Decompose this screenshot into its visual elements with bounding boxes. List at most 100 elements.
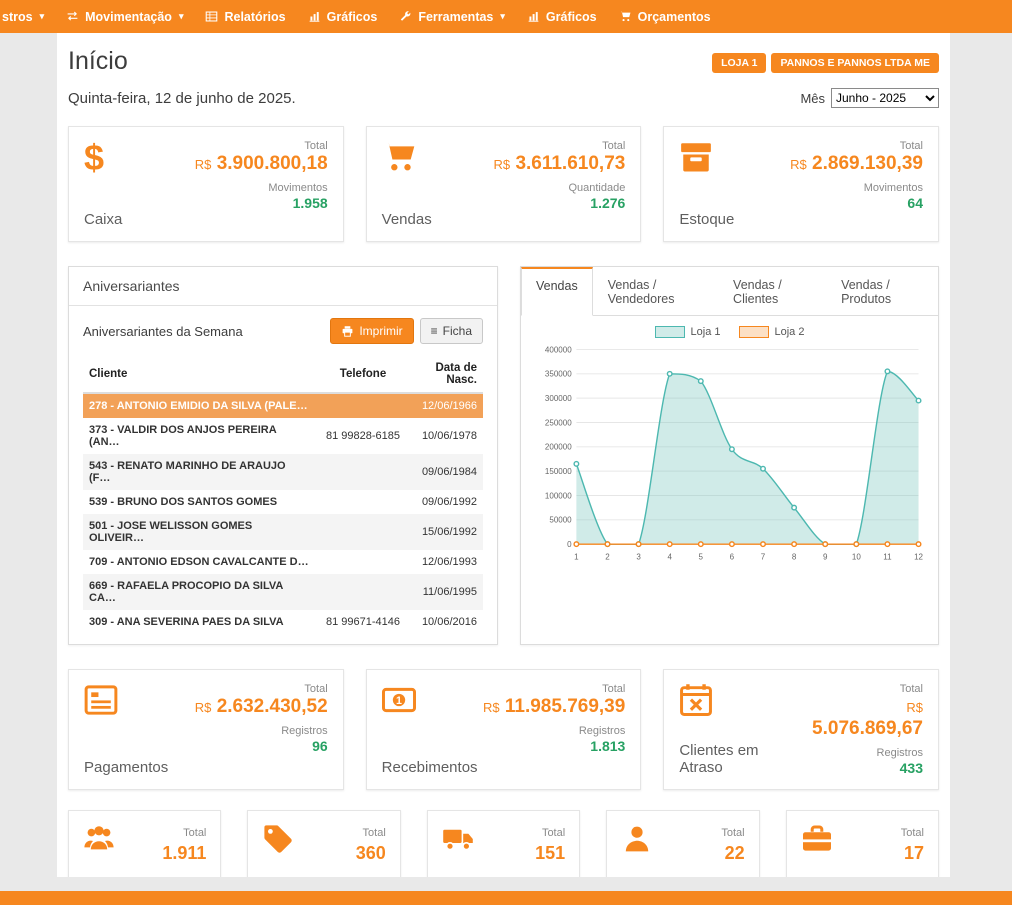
truck-icon xyxy=(442,823,474,864)
produtos-card: Total 360 Produtos xyxy=(247,810,400,877)
month-label: Mês xyxy=(800,91,825,106)
list-icon: ≡ xyxy=(431,324,438,338)
card-name: Vendas xyxy=(382,211,432,228)
user-icon xyxy=(621,823,653,864)
nav-item-ferramentas[interactable]: Ferramentas ▾ xyxy=(388,0,516,33)
total-label: Total xyxy=(195,140,328,152)
svg-text:250000: 250000 xyxy=(545,418,572,427)
birthdays-table: Cliente Telefone Data de Nasc. 278 - ANT… xyxy=(83,356,483,634)
birthdays-panel: Aniversariantes Aniversariantes da Seman… xyxy=(68,266,498,645)
tab-vendas[interactable]: Vendas xyxy=(521,267,593,316)
store-badge: LOJA 1 xyxy=(712,53,766,73)
svg-text:300000: 300000 xyxy=(545,394,572,403)
fornecedores-card: Total 151 Fornecedores xyxy=(427,810,580,877)
nav-item-graficos-2[interactable]: Gráficos xyxy=(516,0,608,33)
tab-vendas-produtos[interactable]: Vendas / Produtos xyxy=(826,267,938,316)
total-label: Total xyxy=(483,683,625,695)
table-row[interactable]: 543 - RENATO MARINHO DE ARAUJO (F…09/06/… xyxy=(83,454,483,490)
table-row[interactable]: 669 - RAFAELA PROCOPIO DA SILVA CA…11/06… xyxy=(83,574,483,610)
svg-text:350000: 350000 xyxy=(545,370,572,379)
pagamentos-card: Pagamentos Total R$ 2.632.430,52 Registr… xyxy=(68,669,344,790)
card-count-value: 96 xyxy=(195,738,328,754)
card-total-value: R$ 11.985.769,39 xyxy=(483,696,625,718)
svg-text:10: 10 xyxy=(852,552,861,561)
sales-chart-panel: Vendas Vendas / Vendedores Vendas / Clie… xyxy=(520,266,939,645)
legend-label: Loja 1 xyxy=(691,326,721,338)
count-label: Quantidade xyxy=(494,182,626,194)
svg-text:9: 9 xyxy=(823,552,828,561)
calendar-x-icon xyxy=(679,683,798,717)
svg-text:100000: 100000 xyxy=(545,491,572,500)
table-row[interactable]: 373 - VALDIR DOS ANJOS PEREIRA (AN…81 99… xyxy=(83,418,483,454)
table-row[interactable]: 278 - ANTONIO EMIDIO DA SILVA (PALE…12/0… xyxy=(83,393,483,418)
svg-text:11: 11 xyxy=(883,552,892,561)
vendas-card: Vendas Total R$ 3.611.610,73 Quantidade … xyxy=(366,126,642,242)
nav-item-label: Ferramentas xyxy=(418,10,493,24)
tab-vendas-vendedores[interactable]: Vendas / Vendedores xyxy=(593,267,718,316)
table-row[interactable]: 501 - JOSE WELISSON GOMES OLIVEIR…15/06/… xyxy=(83,514,483,550)
card-count-value: 1.276 xyxy=(494,195,626,211)
total-label: Total xyxy=(790,140,923,152)
estoque-card: Estoque Total R$ 2.869.130,39 Movimentos… xyxy=(663,126,939,242)
table-row[interactable]: 709 - ANTONIO EDSON CAVALCANTE D…12/06/1… xyxy=(83,550,483,574)
caret-down-icon: ▾ xyxy=(40,11,45,22)
svg-text:5: 5 xyxy=(699,552,704,561)
count-label: Registros xyxy=(483,725,625,737)
nav-item-cadastros[interactable]: stros ▾ xyxy=(0,0,55,33)
swap-icon xyxy=(66,10,79,23)
total-label: Total xyxy=(195,683,328,695)
top-navbar: stros ▾ Movimentação ▾ Relatórios Gráfic… xyxy=(0,0,1012,33)
nav-item-graficos-1[interactable]: Gráficos xyxy=(297,0,389,33)
svg-text:400000: 400000 xyxy=(545,345,572,354)
nav-item-label: stros xyxy=(2,10,33,24)
cart-icon xyxy=(382,140,432,174)
nav-item-relatorios[interactable]: Relatórios xyxy=(194,0,296,33)
svg-text:200000: 200000 xyxy=(545,443,572,452)
birthdays-subtitle: Aniversariantes da Semana xyxy=(83,324,243,339)
ficha-button[interactable]: ≡ Ficha xyxy=(420,318,483,344)
svg-text:8: 8 xyxy=(792,552,797,561)
svg-text:1: 1 xyxy=(396,695,402,707)
card-total-value: 1.911 xyxy=(162,843,206,864)
company-badge: PANNOS E PANNOS LTDA ME xyxy=(771,53,939,73)
dollar-icon: $ xyxy=(84,140,122,176)
legend-label: Loja 2 xyxy=(775,326,805,338)
svg-text:4: 4 xyxy=(667,552,672,561)
nav-item-orcamentos[interactable]: Orçamentos xyxy=(608,0,722,33)
svg-text:0: 0 xyxy=(567,540,572,549)
column-header: Data de Nasc. xyxy=(411,356,483,393)
svg-text:3: 3 xyxy=(636,552,641,561)
svg-text:1: 1 xyxy=(574,552,579,561)
nav-item-label: Relatórios xyxy=(224,10,285,24)
caixa-card: $ Caixa Total R$ 3.900.800,18 Movimentos… xyxy=(68,126,344,242)
footer-bar xyxy=(0,891,1012,905)
nav-item-movimentacao[interactable]: Movimentação ▾ xyxy=(55,0,194,33)
card-total-value: 22 xyxy=(721,843,744,864)
count-label: Registros xyxy=(195,725,328,737)
users-icon xyxy=(83,823,115,864)
card-total-value: R$ 2.632.430,52 xyxy=(195,696,328,718)
month-select[interactable]: Junho - 2025 xyxy=(831,88,939,108)
list-card-icon xyxy=(84,683,168,717)
printer-icon xyxy=(341,325,354,338)
card-name: Caixa xyxy=(84,211,122,228)
briefcase-icon xyxy=(801,823,833,864)
total-label: Total xyxy=(363,827,386,839)
print-button[interactable]: Imprimir xyxy=(330,318,413,344)
money-icon: 1 xyxy=(382,683,478,717)
card-count-value: 433 xyxy=(798,760,923,776)
sales-chart: 0500001000001500002000002500003000003500… xyxy=(531,340,928,567)
table-row[interactable]: 309 - ANA SEVERINA PAES DA SILVA81 99671… xyxy=(83,610,483,634)
svg-text:150000: 150000 xyxy=(545,467,572,476)
nav-item-label: Movimentação xyxy=(85,10,172,24)
page-title: Início xyxy=(68,47,128,76)
count-label: Movimentos xyxy=(195,182,328,194)
total-label: Total xyxy=(183,827,206,839)
card-total-value: 17 xyxy=(901,843,924,864)
vendedores-card: Total 17 Vendedores xyxy=(786,810,939,877)
caret-down-icon: ▾ xyxy=(500,11,505,22)
svg-text:12: 12 xyxy=(914,552,923,561)
total-label: Total xyxy=(901,827,924,839)
table-row[interactable]: 539 - BRUNO DOS SANTOS GOMES09/06/1992 xyxy=(83,490,483,514)
tab-vendas-clientes[interactable]: Vendas / Clientes xyxy=(718,267,826,316)
